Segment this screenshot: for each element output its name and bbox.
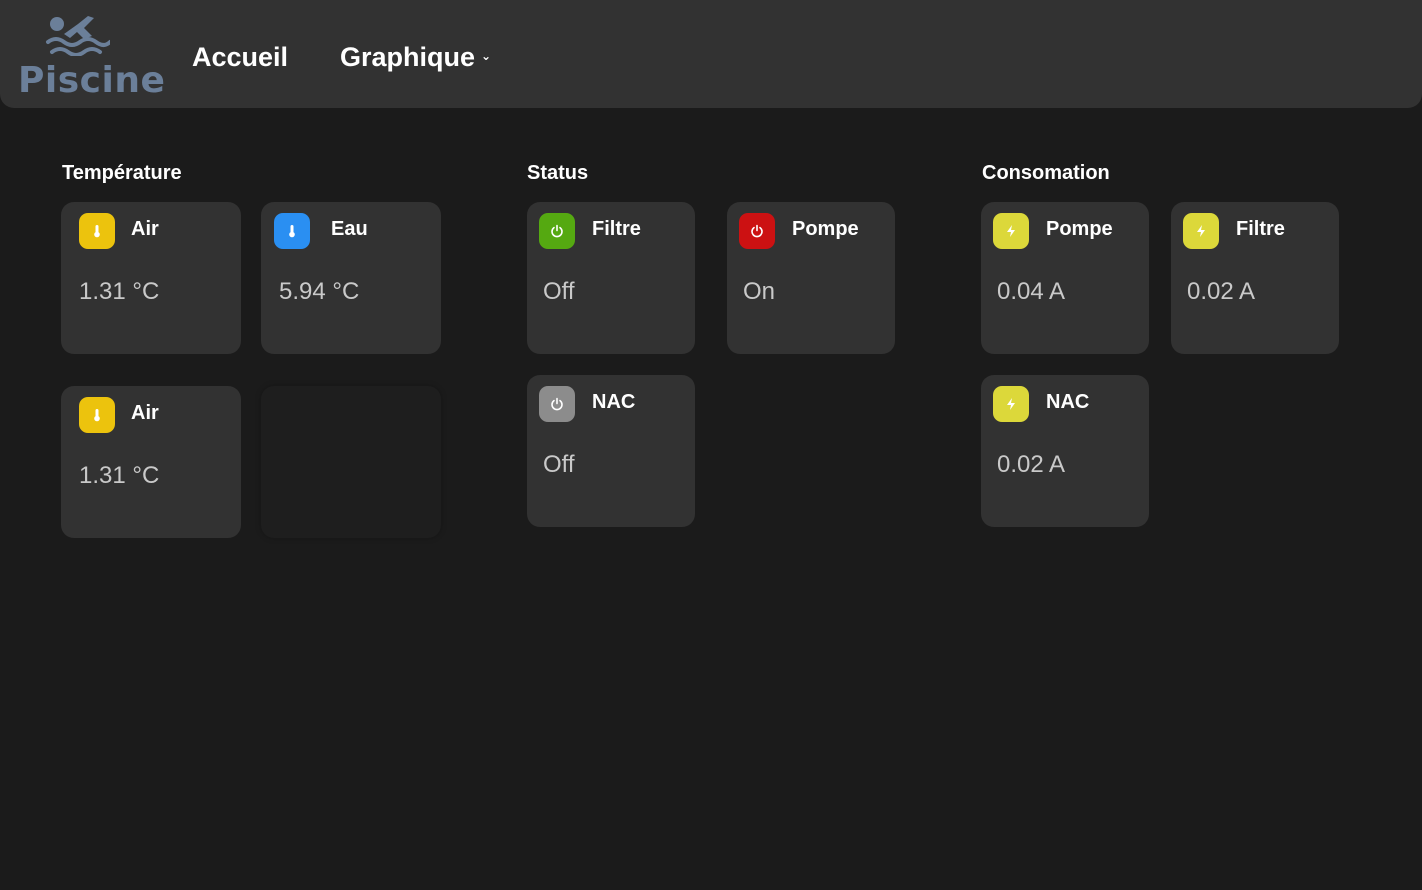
card-label: Filtre <box>592 218 641 240</box>
temp-card-air-2[interactable]: Air 1.31 °C <box>61 386 241 538</box>
section-title-status: Status <box>527 162 589 184</box>
card-value: 0.02 A <box>1187 278 1256 305</box>
consumption-card-pompe[interactable]: Pompe 0.04 A <box>981 202 1149 354</box>
card-value: Off <box>543 451 575 478</box>
section-title-temperature: Température <box>62 162 182 184</box>
consumption-card-nac[interactable]: NAC 0.02 A <box>981 375 1149 527</box>
status-card-nac[interactable]: NAC Off <box>527 375 695 527</box>
card-label: Pompe <box>792 218 859 240</box>
card-label: Eau <box>331 218 368 240</box>
card-value: 1.31 °C <box>79 278 160 305</box>
nav-graphique-label: Graphique <box>340 42 476 72</box>
nav-accueil[interactable]: Accueil <box>192 42 288 73</box>
thermometer-icon <box>79 397 115 433</box>
card-value: 1.31 °C <box>79 462 160 489</box>
card-label: Filtre <box>1236 218 1285 240</box>
power-icon <box>539 213 575 249</box>
thermometer-icon <box>274 213 310 249</box>
card-value: 0.04 A <box>997 278 1066 305</box>
card-label: NAC <box>592 391 636 413</box>
temp-card-air[interactable]: Air 1.31 °C <box>61 202 241 354</box>
swimmer-icon <box>46 16 110 56</box>
bolt-icon <box>993 213 1029 249</box>
card-value: Off <box>543 278 575 305</box>
section-title-consumption: Consomation <box>982 162 1110 184</box>
power-icon <box>539 386 575 422</box>
status-card-filtre[interactable]: Filtre Off <box>527 202 695 354</box>
chevron-down-icon: ⌄ <box>481 48 492 63</box>
card-value: 0.02 A <box>997 451 1066 478</box>
piscine-logo[interactable]: Piscine <box>16 12 165 101</box>
card-label: NAC <box>1046 391 1090 413</box>
card-label: Air <box>131 218 159 240</box>
temp-card-eau[interactable]: Eau 5.94 °C <box>261 202 441 354</box>
card-label: Air <box>131 402 159 424</box>
nav-accueil-label: Accueil <box>192 42 289 72</box>
temp-card-placeholder <box>261 386 441 538</box>
bolt-icon <box>1183 213 1219 249</box>
nav-graphique-dropdown[interactable]: Graphique ⌄ <box>340 42 491 73</box>
card-value: On <box>743 278 776 305</box>
card-label: Pompe <box>1046 218 1113 240</box>
thermometer-icon <box>79 213 115 249</box>
status-card-pompe[interactable]: Pompe On <box>727 202 895 354</box>
card-value: 5.94 °C <box>279 278 360 305</box>
logo-text: Piscine <box>18 60 166 101</box>
top-navbar: Piscine Accueil Graphique ⌄ <box>0 0 1422 108</box>
power-icon <box>739 213 775 249</box>
bolt-icon <box>993 386 1029 422</box>
consumption-card-filtre[interactable]: Filtre 0.02 A <box>1171 202 1339 354</box>
